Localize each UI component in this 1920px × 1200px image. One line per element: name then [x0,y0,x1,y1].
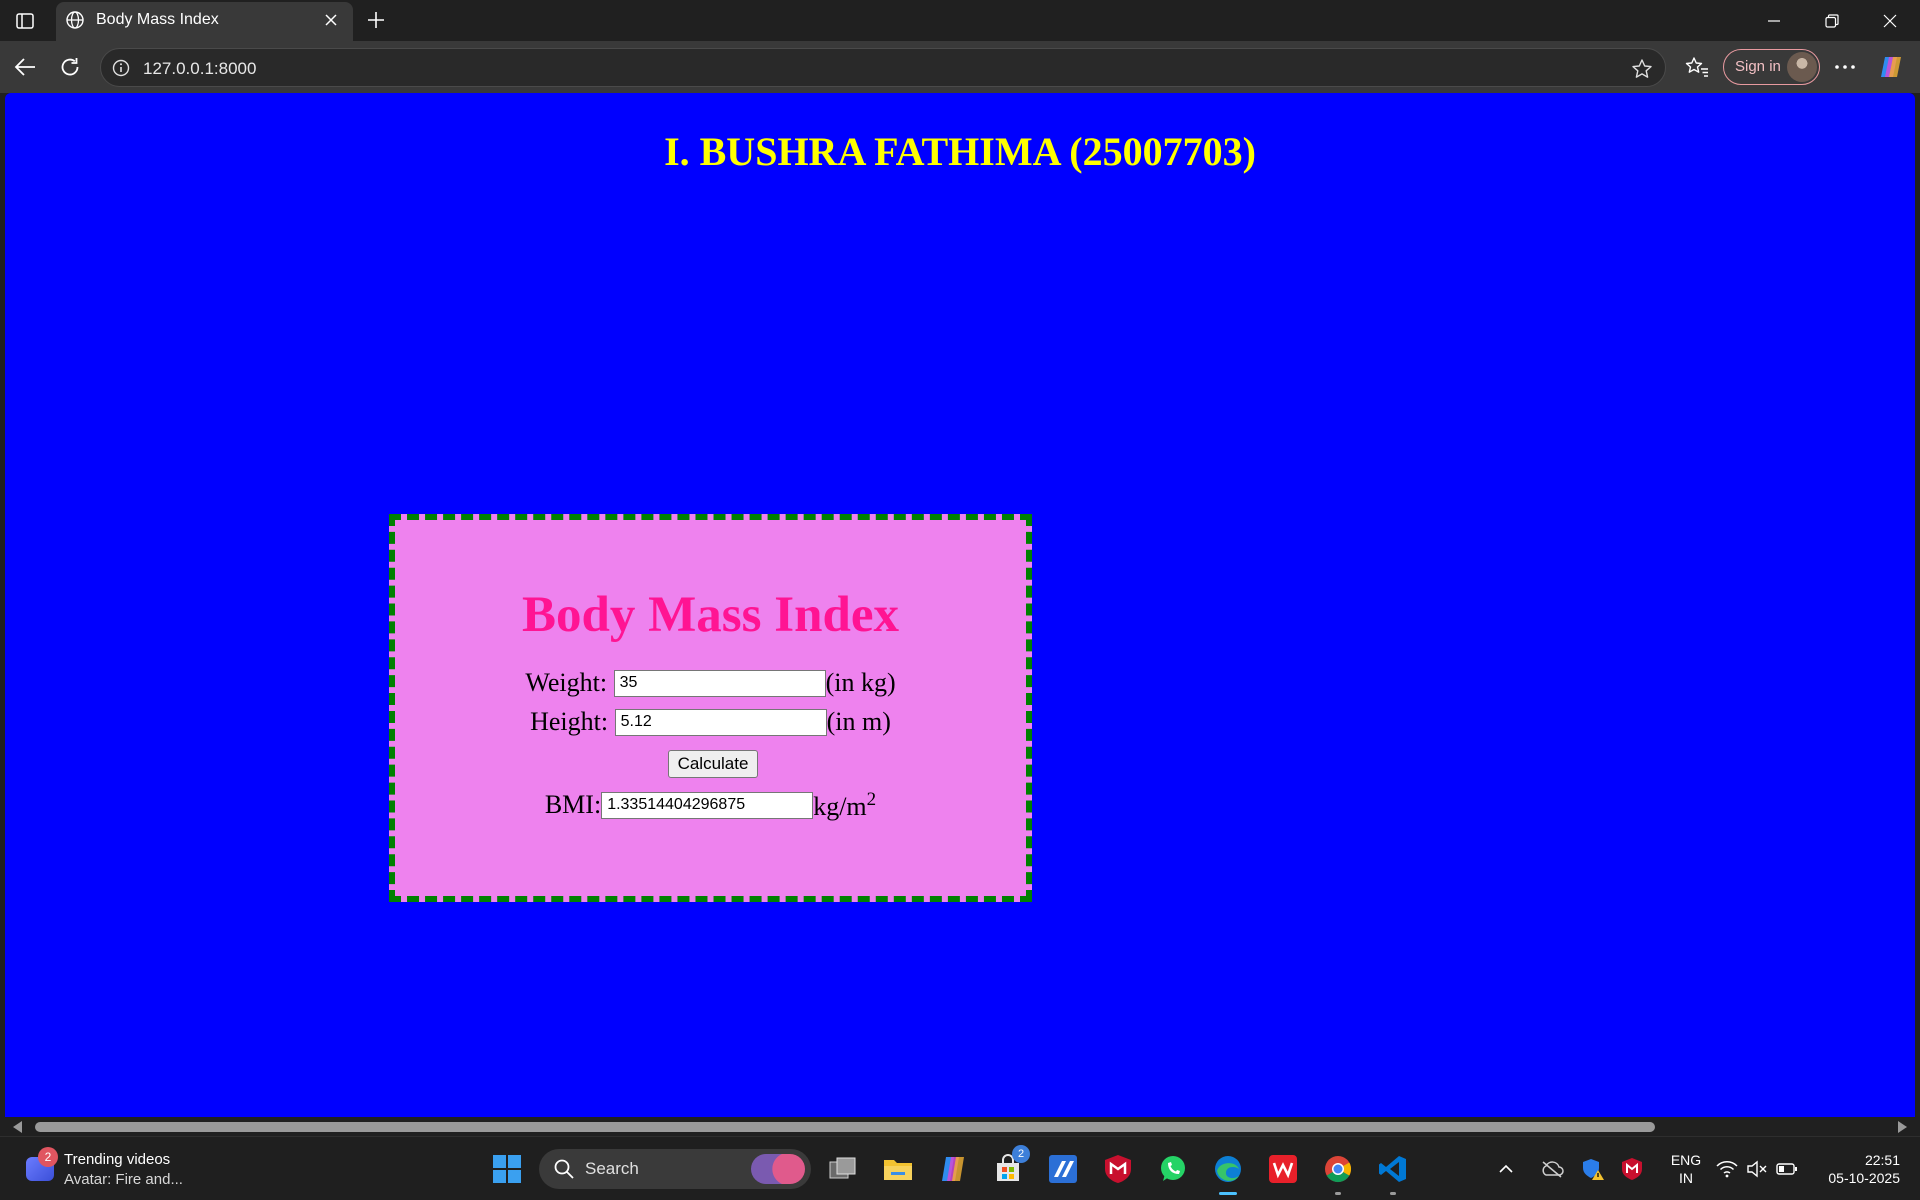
new-tab-icon[interactable] [364,8,388,32]
calculate-button[interactable]: Calculate [668,750,758,778]
globe-icon [65,10,85,30]
favorite-star-icon[interactable] [1631,58,1653,80]
weight-label: Weight: [525,668,608,698]
edge-icon[interactable] [1208,1149,1248,1195]
weight-row: Weight: (in kg) [395,666,1026,698]
tab-title: Body Mass Index [96,11,219,28]
minimize-icon[interactable] [1746,0,1802,41]
bmi-output[interactable] [601,791,814,819]
height-label: Height: [530,707,609,737]
vscode-running-indicator [1390,1192,1396,1195]
edge-active-indicator [1219,1192,1237,1195]
page-viewport: I. BUSHRA FATHIMA (25007703) Body Mass I… [5,93,1915,1117]
security-warning-icon[interactable] [1578,1149,1608,1189]
weight-unit: (in kg) [825,668,896,698]
widget-subtitle: Avatar: Fire and... [64,1171,183,1188]
system-clock[interactable]: 22:51 05-10-2025 [1812,1151,1900,1187]
taskbar-search-box[interactable]: Search [539,1149,811,1189]
clock-time: 22:51 [1864,1152,1900,1168]
favorites-icon[interactable] [1684,54,1710,80]
input-language[interactable]: ENG IN [1666,1151,1706,1187]
sign-in-button[interactable]: Sign in [1723,49,1820,85]
clock-date: 05-10-2025 [1828,1170,1900,1186]
wifi-icon[interactable] [1714,1149,1740,1189]
bmi-unit-exponent: 2 [866,788,877,810]
close-tab-icon[interactable] [323,12,339,28]
more-options-icon[interactable] [1832,54,1858,80]
widget-title: Trending videos [64,1151,171,1168]
copilot-icon[interactable] [1878,54,1904,80]
chrome-icon[interactable] [1318,1149,1358,1195]
widgets-button[interactable]: 2 Trending videos Avatar: Fire and... [22,1147,222,1191]
browser-tab[interactable]: Body Mass Index [56,2,353,41]
bmi-form-box: Body Mass Index Weight: (in kg) Height: … [389,514,1032,902]
battery-icon[interactable] [1774,1149,1800,1189]
close-window-icon[interactable] [1862,0,1918,41]
horizontal-scrollbar[interactable] [5,1117,1915,1136]
chevron-up-icon[interactable] [1492,1149,1520,1189]
height-unit: (in m) [826,707,891,737]
store-badge: 2 [1012,1145,1030,1163]
wps-office-icon[interactable] [1263,1149,1303,1189]
onedrive-icon[interactable] [1537,1149,1567,1189]
file-explorer-icon[interactable] [878,1149,918,1189]
widget-badge: 2 [38,1147,58,1167]
avatar [1787,52,1817,82]
bmi-unit: kg/m2 [813,788,877,821]
browser-tab-bar: Body Mass Index [0,0,1920,41]
weight-input[interactable] [613,669,826,697]
mcafee-tray-icon[interactable] [1617,1149,1647,1189]
refresh-icon[interactable] [57,54,83,80]
windows-taskbar: 2 Trending videos Avatar: Fire and... Se… [0,1136,1920,1200]
search-label: Search [585,1159,639,1178]
start-icon[interactable] [487,1149,527,1189]
mcafee-icon[interactable] [1098,1149,1138,1189]
microsoft-store-icon[interactable]: 2 [988,1145,1030,1189]
task-view-icon[interactable] [823,1149,863,1189]
site-info-icon[interactable] [111,58,131,78]
language-code: ENG [1670,1152,1702,1168]
search-icon [553,1158,575,1185]
height-input[interactable] [614,708,827,736]
author-heading: I. BUSHRA FATHIMA (25007703) [664,129,1256,174]
browser-toolbar: 127.0.0.1:8000 Sign in [0,41,1920,93]
scrollbar-thumb[interactable] [35,1122,1655,1132]
scroll-right-icon[interactable] [1898,1121,1907,1133]
tab-actions-icon[interactable] [12,10,38,32]
bmi-title: Body Mass Index [522,587,899,643]
restore-icon[interactable] [1804,0,1860,41]
back-arrow-icon[interactable] [12,54,38,80]
url-text[interactable]: 127.0.0.1:8000 [143,59,256,79]
address-bar[interactable]: 127.0.0.1:8000 [100,48,1666,87]
height-row: Height: (in m) [395,705,1026,737]
volume-muted-icon[interactable] [1744,1149,1770,1189]
copilot-taskbar-icon[interactable] [933,1149,973,1189]
region-code: IN [1679,1170,1693,1186]
vscode-icon[interactable] [1373,1149,1413,1195]
sign-in-label: Sign in [1735,58,1781,75]
bmi-row: BMI: kg/m2 [395,788,1026,822]
app-icon[interactable] [1043,1149,1083,1189]
scroll-left-icon[interactable] [13,1121,22,1133]
bmi-unit-base: kg/m [813,791,867,821]
whatsapp-icon[interactable] [1153,1149,1193,1189]
chrome-running-indicator [1335,1192,1341,1195]
search-highlight-icon [751,1154,805,1184]
bmi-label: BMI: [544,790,602,820]
